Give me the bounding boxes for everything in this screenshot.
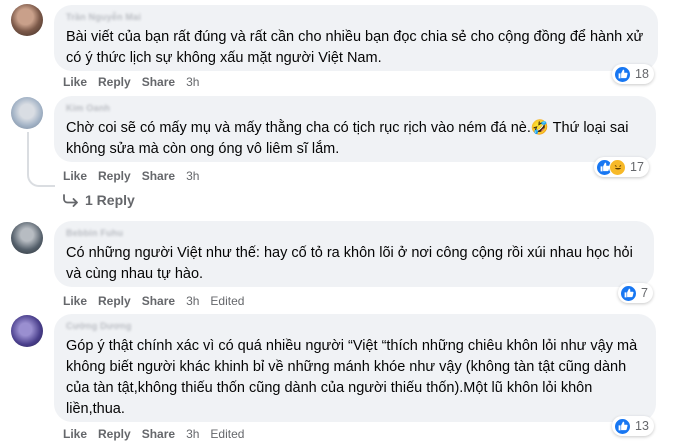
view-replies-button[interactable]: 1 Reply	[63, 190, 135, 210]
comment-3-edited-label[interactable]: Edited	[210, 293, 244, 309]
comment-2-reaction-count: 17	[630, 160, 644, 174]
like-icon	[620, 284, 637, 302]
comment-3-author[interactable]: Bebbin Fuhu	[66, 227, 642, 239]
view-replies-label[interactable]: 1 Reply	[85, 192, 135, 208]
comment-4-reactions[interactable]: 13	[612, 416, 654, 436]
comment-4-avatar[interactable]	[11, 315, 43, 347]
comment-3-reactions[interactable]: 7	[618, 283, 653, 303]
comment-2-reply-button[interactable]: Reply	[98, 168, 131, 184]
comment-3-timestamp[interactable]: 3h	[186, 293, 199, 309]
haha-icon	[609, 158, 626, 176]
like-icon	[614, 65, 631, 83]
comment-2-actions: Like Reply Share 3h	[63, 168, 199, 184]
like-icon	[614, 417, 631, 435]
comment-4-bubble: Cường Dương Góp ý thật chính xác vì có q…	[54, 314, 656, 422]
comment-1-author[interactable]: Trần Nguyễn Mai	[66, 11, 646, 23]
comment-4-reply-button[interactable]: Reply	[98, 426, 131, 442]
comment-4-timestamp[interactable]: 3h	[186, 426, 199, 442]
comment-4-share-button[interactable]: Share	[142, 426, 175, 442]
comment-1-text: Bài viết của bạn rất đúng và rất cần cho…	[66, 29, 644, 66]
comment-1-actions: Like Reply Share 3h	[63, 74, 199, 90]
comment-1-avatar[interactable]	[11, 4, 43, 36]
comment-2-text: Chờ coi sẽ có mấy mụ và mấy thằng cha có…	[66, 120, 629, 157]
comment-1-reply-button[interactable]: Reply	[98, 74, 131, 90]
reply-arrow-icon	[63, 194, 78, 207]
comment-4-like-button[interactable]: Like	[63, 426, 87, 442]
comment-4-text: Góp ý thật chính xác vì có quá nhiều ngư…	[66, 338, 638, 417]
comment-1-share-button[interactable]: Share	[142, 74, 175, 90]
comment-1-like-button[interactable]: Like	[63, 74, 87, 90]
comment-4-reaction-count: 13	[635, 419, 649, 433]
comment-3-share-button[interactable]: Share	[142, 293, 175, 309]
comment-3-reply-button[interactable]: Reply	[98, 293, 131, 309]
comment-1-timestamp[interactable]: 3h	[186, 74, 199, 90]
comment-1-reaction-count: 18	[635, 67, 649, 81]
comment-3-actions: Like Reply Share 3h Edited	[63, 293, 244, 309]
comment-2-like-button[interactable]: Like	[63, 168, 87, 184]
comment-1-bubble: Trần Nguyễn Mai Bài viết của bạn rất đún…	[54, 5, 658, 71]
comment-1-reactions[interactable]: 18	[612, 64, 654, 84]
comment-2-author[interactable]: Kim Oanh	[66, 102, 644, 114]
comment-2-avatar[interactable]	[11, 97, 43, 129]
comment-3-avatar[interactable]	[11, 222, 43, 254]
comment-2-share-button[interactable]: Share	[142, 168, 175, 184]
comment-3-bubble: Bebbin Fuhu Có những người Việt như thế:…	[54, 221, 654, 287]
comment-2-bubble: Kim Oanh Chờ coi sẽ có mấy mụ và mấy thằ…	[54, 96, 656, 162]
comment-4-author[interactable]: Cường Dương	[66, 320, 644, 332]
comment-4-edited-label[interactable]: Edited	[210, 426, 244, 442]
comment-3-like-button[interactable]: Like	[63, 293, 87, 309]
comment-3-text: Có những người Việt như thế: hay cố tỏ r…	[66, 245, 633, 282]
comment-3-reaction-count: 7	[641, 286, 648, 300]
comment-4-actions: Like Reply Share 3h Edited	[63, 426, 244, 442]
comment-2-reactions[interactable]: 17	[594, 157, 649, 177]
reply-thread-line	[27, 132, 55, 187]
comment-2-timestamp[interactable]: 3h	[186, 168, 199, 184]
